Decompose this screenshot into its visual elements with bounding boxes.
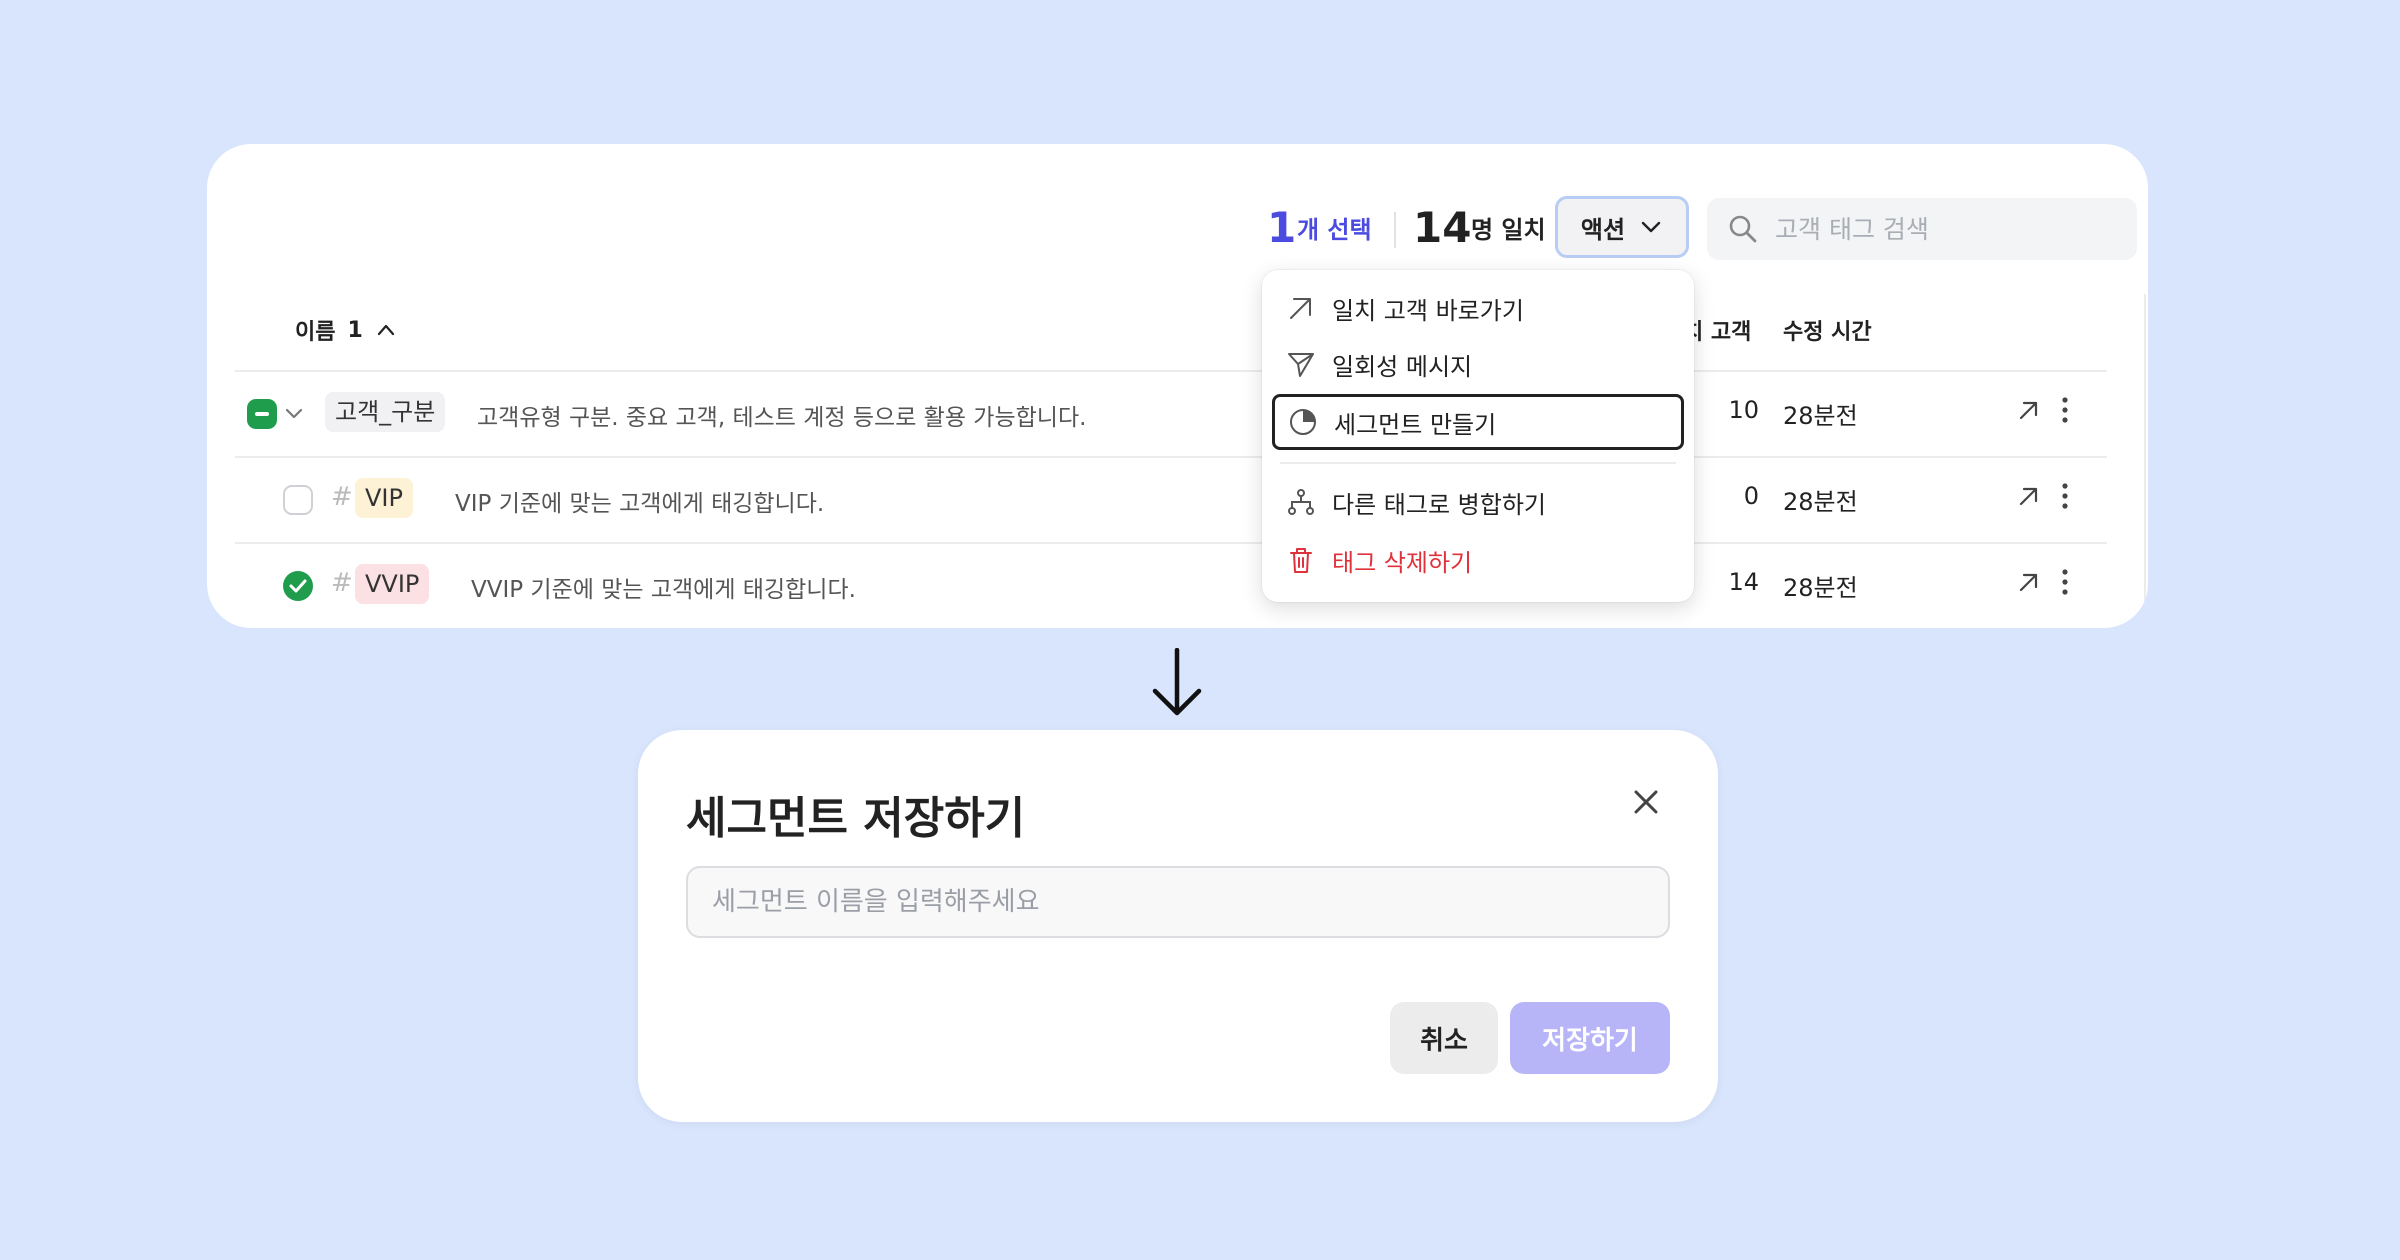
match-label: 명 일치 xyxy=(1471,216,1546,244)
action-button-label: 액션 xyxy=(1580,215,1626,244)
menu-divider xyxy=(1280,462,1676,464)
modified-time-cell: 28분전 xyxy=(1783,574,1858,602)
more-vertical-icon[interactable] xyxy=(2059,480,2071,512)
row-checkbox[interactable] xyxy=(283,485,313,515)
match-count: 14 xyxy=(1413,203,1472,252)
menu-item-label: 세그먼트 만들기 xyxy=(1334,410,1497,439)
table-row[interactable]: # VIP VIP 기준에 맞는 고객에게 태깅합니다. 0 28분전 xyxy=(235,458,2107,542)
action-dropdown-menu: 일치 고객 바로가기 일회성 메시지 세그먼트 만들기 다른 태그로 병합하기 … xyxy=(1262,270,1694,602)
more-vertical-icon[interactable] xyxy=(2059,566,2071,598)
row-checkbox-checked[interactable] xyxy=(283,571,313,601)
menu-item-create-segment[interactable]: 세그먼트 만들기 xyxy=(1272,394,1684,450)
column-header-modified[interactable]: 수정 시간 xyxy=(1783,314,1872,346)
column-header-name-label: 이름 xyxy=(295,320,336,345)
menu-item-delete-tag[interactable]: 태그 삭제하기 xyxy=(1262,532,1694,588)
arrow-up-right-icon[interactable] xyxy=(2015,568,2043,596)
menu-item-go-to-matched[interactable]: 일치 고객 바로가기 xyxy=(1262,280,1694,336)
menu-item-label: 일치 고객 바로가기 xyxy=(1332,296,1524,325)
tag-description: VIP 기준에 맞는 고객에게 태깅합니다. xyxy=(455,491,825,517)
trash-icon xyxy=(1290,548,1312,573)
segment-name-input[interactable] xyxy=(686,866,1670,938)
tag-description: 고객유형 구분. 중요 고객, 테스트 계정 등으로 활용 가능합니다. xyxy=(477,405,1087,431)
selected-count: 1 xyxy=(1267,203,1297,252)
row-checkbox-partial[interactable] xyxy=(247,399,277,429)
check-icon xyxy=(289,579,307,593)
table-row[interactable]: # VVIP VVIP 기준에 맞는 고객에게 태깅합니다. 14 28분전 xyxy=(235,544,2107,628)
modal-title: 세그먼트 저장하기 xyxy=(686,793,1026,844)
tag-chip: VVIP xyxy=(355,564,430,604)
toolbar-divider xyxy=(1394,212,1396,248)
merge-icon xyxy=(1288,489,1314,515)
tag-search-input[interactable] xyxy=(1773,213,2117,245)
arrow-up-right-icon xyxy=(1290,298,1311,319)
chevron-up-icon xyxy=(377,324,394,336)
chevron-down-icon xyxy=(1641,221,1661,233)
tag-chip: VIP xyxy=(355,478,413,518)
save-segment-modal: 세그먼트 저장하기 취소 저장하기 xyxy=(638,730,1718,1122)
menu-item-label: 일회성 메시지 xyxy=(1332,352,1473,381)
pie-chart-icon xyxy=(1290,409,1316,435)
menu-item-one-time-message[interactable]: 일회성 메시지 xyxy=(1262,336,1694,392)
arrow-down-icon xyxy=(1152,648,1202,716)
modified-time-cell: 28분전 xyxy=(1783,488,1858,516)
tag-chip: 고객_구분 xyxy=(325,392,446,432)
arrow-up-right-icon[interactable] xyxy=(2015,482,2043,510)
more-vertical-icon[interactable] xyxy=(2059,394,2071,426)
table-row[interactable]: 고객_구분 고객유형 구분. 중요 고객, 테스트 계정 등으로 활용 가능합니… xyxy=(235,372,2107,456)
menu-item-label: 태그 삭제하기 xyxy=(1332,548,1473,577)
selected-label: 개 선택 xyxy=(1297,216,1372,244)
cancel-button[interactable]: 취소 xyxy=(1390,1002,1498,1074)
menu-item-label: 다른 태그로 병합하기 xyxy=(1332,490,1546,519)
menu-item-merge-tag[interactable]: 다른 태그로 병합하기 xyxy=(1262,474,1694,530)
tag-description: VVIP 기준에 맞는 고객에게 태깅합니다. xyxy=(471,577,856,603)
save-button[interactable]: 저장하기 xyxy=(1510,1002,1670,1074)
close-icon[interactable] xyxy=(1626,782,1666,822)
search-icon xyxy=(1729,215,1757,243)
action-dropdown-button[interactable]: 액션 xyxy=(1555,196,1689,258)
arrow-up-right-icon[interactable] xyxy=(2015,396,2043,424)
tag-list-card: 1 개 선택 14 명 일치 액션 이름 1 치 고객 수정 시간 고객_구분 … xyxy=(207,144,2148,628)
chevron-down-icon[interactable] xyxy=(283,402,305,424)
send-icon xyxy=(1288,353,1314,377)
column-header-name[interactable]: 이름 1 xyxy=(295,314,397,346)
hash-icon: # xyxy=(331,568,353,598)
hash-icon: # xyxy=(331,482,353,512)
tag-search-box[interactable] xyxy=(1707,198,2137,260)
divider xyxy=(2144,294,2146,628)
sort-priority: 1 xyxy=(347,317,363,343)
modified-time-cell: 28분전 xyxy=(1783,402,1858,430)
